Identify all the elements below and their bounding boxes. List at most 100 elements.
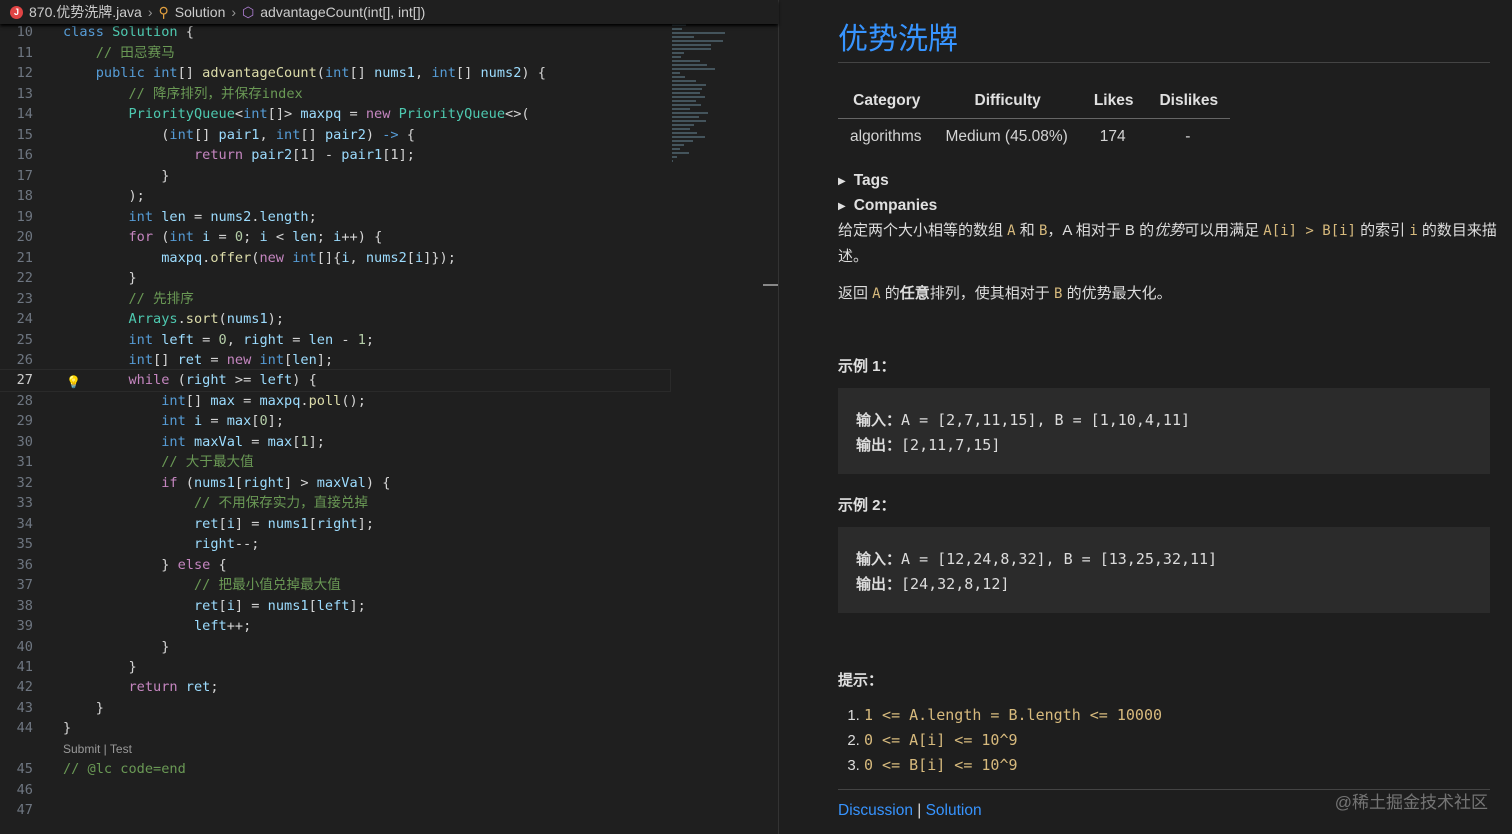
line-number[interactable]: 18 (0, 186, 33, 206)
code-token: length (259, 208, 309, 225)
code-line[interactable]: 12 public int[] advantageCount(int[] num… (0, 63, 670, 83)
line-number[interactable]: 24 (0, 309, 33, 329)
minimap-line (672, 76, 685, 78)
line-number[interactable]: 26 (0, 350, 33, 370)
line-number[interactable]: 21 (0, 248, 33, 268)
line-number[interactable]: 36 (0, 555, 33, 575)
code-line[interactable]: 47 (0, 800, 670, 820)
line-number[interactable]: 13 (0, 84, 33, 104)
code-line[interactable]: 30 int maxVal = max[1]; (0, 432, 670, 452)
line-number[interactable]: 44 (0, 718, 33, 738)
code-line[interactable]: 19 int len = nums2.length; (0, 207, 670, 227)
code-token: pair1 (218, 126, 260, 143)
line-number[interactable]: 30 (0, 432, 33, 452)
line-number[interactable]: 41 (0, 657, 33, 677)
code-line[interactable]: 18 ); (0, 186, 670, 206)
code-line[interactable]: 25 int left = 0, right = len - 1; (0, 330, 670, 350)
line-number[interactable]: 43 (0, 698, 33, 718)
code-token: = (284, 331, 309, 348)
code-line[interactable]: 45 // @lc code=end (0, 759, 670, 779)
code-line[interactable]: 42 return ret; (0, 677, 670, 697)
code-line[interactable]: 27 while (right >= left) {💡 (0, 369, 671, 392)
line-number[interactable]: 45 (0, 759, 33, 779)
line-number[interactable]: 22 (0, 268, 33, 288)
line-number[interactable]: 11 (0, 43, 33, 63)
code-line[interactable]: 13 // 降序排列，并保存index (0, 84, 670, 104)
line-number[interactable]: 12 (0, 63, 33, 83)
line-number[interactable]: 47 (0, 800, 33, 820)
code-line[interactable]: 46 (0, 780, 670, 800)
code-line[interactable]: 15 (int[] pair1, int[] pair2) -> { (0, 125, 670, 145)
line-number[interactable]: 35 (0, 534, 33, 554)
code-line[interactable]: 14 PriorityQueue<int[]> maxpq = new Prio… (0, 104, 670, 124)
code-line[interactable]: 17 } (0, 166, 670, 186)
code-line[interactable]: 43 } (0, 698, 670, 718)
line-number[interactable]: 27 (0, 370, 33, 390)
code-line[interactable]: 26 int[] ret = new int[len]; (0, 350, 670, 370)
code-line[interactable]: 41 } (0, 657, 670, 677)
companies-toggle[interactable]: ▶ Companies (838, 197, 937, 215)
line-number[interactable]: 28 (0, 391, 33, 411)
code-area[interactable]: 9// @lc code=start10class Solution {11 /… (0, 4, 671, 821)
line-number[interactable]: 46 (0, 780, 33, 800)
breadcrumb-class[interactable]: Solution (175, 4, 226, 20)
lightbulb-icon[interactable]: 💡 (66, 372, 81, 392)
line-number[interactable]: 31 (0, 452, 33, 472)
code-token: < (267, 229, 293, 246)
code-line[interactable]: 22 } (0, 268, 670, 288)
line-number[interactable]: 39 (0, 616, 33, 636)
code-line[interactable]: 38 ret[i] = nums1[left]; (0, 596, 670, 616)
code-line[interactable]: 35 right--; (0, 534, 670, 554)
code-editor[interactable]: 9// @lc code=start10class Solution {11 /… (0, 0, 778, 834)
code-line[interactable]: 29 int i = max[0]; (0, 411, 670, 431)
line-number[interactable]: 33 (0, 493, 33, 513)
line-number[interactable]: 23 (0, 289, 33, 309)
line-number[interactable]: 34 (0, 514, 33, 534)
code-token: // 不用保存实力，直接兑掉 (193, 495, 369, 512)
split-divider[interactable] (778, 0, 779, 834)
code-line[interactable]: 37 // 把最小值兑掉最大值 (0, 575, 670, 595)
code-line[interactable]: 24 Arrays.sort(nums1); (0, 309, 670, 329)
line-number[interactable]: 42 (0, 677, 33, 697)
code-line[interactable]: 16 return pair2[1] - pair1[1]; (0, 145, 670, 165)
scrollbar-marker[interactable] (763, 284, 778, 286)
solution-link[interactable]: Solution (926, 802, 982, 819)
line-number[interactable]: 20 (0, 227, 33, 247)
code-line[interactable]: 20 for (int i = 0; i < len; i++) { (0, 227, 670, 247)
code-line[interactable]: 32 if (nums1[right] > maxVal) { (0, 473, 670, 493)
line-number[interactable]: 32 (0, 473, 33, 493)
code-line[interactable]: 44} (0, 718, 670, 738)
line-number[interactable]: 40 (0, 637, 33, 657)
code-line[interactable]: 21 maxpq.offer(new int[]{i, nums2[i]}); (0, 248, 670, 268)
line-number[interactable]: 19 (0, 207, 33, 227)
code-line[interactable]: 23 // 先排序 (0, 289, 670, 309)
code-line[interactable]: 39 left++; (0, 616, 670, 636)
line-number[interactable]: 17 (0, 166, 33, 186)
code-line[interactable]: 10 class Solution { (0, 22, 670, 42)
codelens-submit-test[interactable]: Submit | Test (0, 739, 670, 760)
code-line[interactable]: 28 int[] max = maxpq.poll(); (0, 391, 670, 411)
tags-label: Tags (853, 172, 889, 189)
line-number[interactable]: 14 (0, 104, 33, 124)
tags-toggle[interactable]: ▶ Tags (838, 172, 889, 190)
line-number[interactable]: 15 (0, 125, 33, 145)
line-number[interactable]: 38 (0, 596, 33, 616)
line-number[interactable]: 10 (0, 22, 33, 42)
line-number[interactable]: 16 (0, 145, 33, 165)
line-number[interactable]: 25 (0, 330, 33, 350)
code-line[interactable]: 40 } (0, 637, 670, 657)
breadcrumb-method[interactable]: advantageCount(int[], int[]) (260, 4, 425, 20)
breadcrumb-file[interactable]: 870.优势洗牌.java (29, 2, 142, 22)
line-number[interactable]: 29 (0, 411, 33, 431)
code-line[interactable]: 31 // 大于最大值 (0, 452, 670, 472)
code-token: = (341, 106, 366, 123)
code-line[interactable]: 34 ret[i] = nums1[right]; (0, 514, 670, 534)
code-line[interactable]: 11 // 田忌赛马 (0, 43, 670, 63)
minimap[interactable] (672, 22, 767, 162)
line-number[interactable]: 37 (0, 575, 33, 595)
code-line[interactable]: 36 } else { (0, 555, 670, 575)
code-line[interactable]: 33 // 不用保存实力，直接兑掉 (0, 493, 670, 513)
code-token: else (177, 556, 211, 573)
discussion-link[interactable]: Discussion (838, 802, 913, 819)
